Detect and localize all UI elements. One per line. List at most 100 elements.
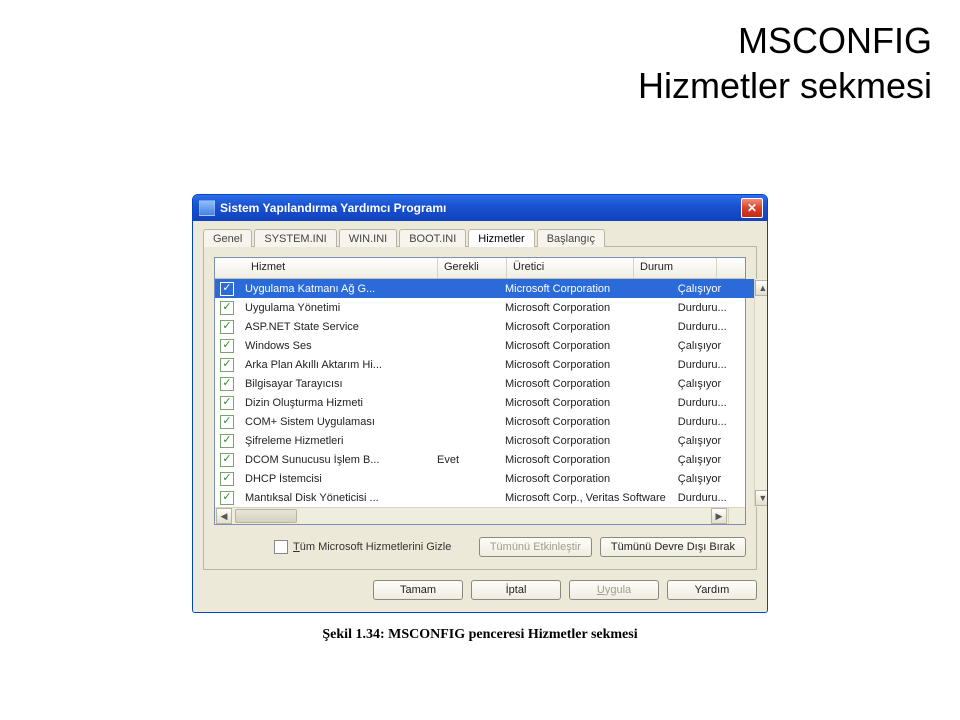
- cell-state: Durduru...: [672, 397, 754, 409]
- scroll-right-icon[interactable]: ▶: [711, 508, 727, 524]
- tab-win-ini[interactable]: WIN.INI: [339, 229, 398, 247]
- row-checkbox[interactable]: ✓: [220, 472, 234, 486]
- tab-boot-ini[interactable]: BOOT.INI: [399, 229, 466, 247]
- cell-service: Mantıksal Disk Yöneticisi ...: [239, 492, 431, 504]
- cancel-button[interactable]: İptal: [471, 580, 561, 600]
- cell-service: Uygulama Yönetimi: [239, 302, 431, 314]
- cell-service: COM+ Sistem Uygulaması: [239, 416, 431, 428]
- services-panel: Hizmet Gerekli Üretici Durum ✓ Uygulama K…: [203, 246, 757, 570]
- hide-ms-label: Tüm Microsoft Hizmetlerini Gizle: [293, 541, 451, 553]
- cell-service: Şifreleme Hizmetleri: [239, 435, 431, 447]
- tab-genel[interactable]: Genel: [203, 229, 252, 247]
- cell-state: Durduru...: [672, 492, 754, 504]
- cell-manufacturer: Microsoft Corporation: [499, 473, 672, 485]
- header-required[interactable]: Gerekli: [438, 258, 507, 278]
- row-checkbox[interactable]: ✓: [220, 301, 234, 315]
- msconfig-window: Sistem Yapılandırma Yardımcı Programı ✕ …: [192, 194, 768, 613]
- row-checkbox[interactable]: ✓: [220, 358, 234, 372]
- row-checkbox[interactable]: ✓: [220, 282, 234, 296]
- table-row[interactable]: ✓ COM+ Sistem Uygulaması Microsoft Corpora…: [215, 412, 754, 431]
- services-listview[interactable]: Hizmet Gerekli Üretici Durum ✓ Uygulama K…: [214, 257, 746, 525]
- row-checkbox[interactable]: ✓: [220, 491, 234, 505]
- row-checkbox[interactable]: ✓: [220, 339, 234, 353]
- cell-service: Windows Ses: [239, 340, 431, 352]
- cell-manufacturer: Microsoft Corporation: [499, 359, 672, 371]
- cell-service: ASP.NET State Service: [239, 321, 431, 333]
- cell-state: Çalışıyor: [672, 378, 754, 390]
- cell-manufacturer: Microsoft Corporation: [499, 283, 672, 295]
- scroll-down-icon[interactable]: ▼: [755, 490, 768, 506]
- cell-state: Durduru...: [672, 416, 754, 428]
- hscroll-track[interactable]: [233, 509, 710, 523]
- tab-strip: GenelSYSTEM.INIWIN.INIBOOT.INIHizmetlerB…: [203, 229, 757, 247]
- scroll-corner: [728, 508, 745, 524]
- table-row[interactable]: ✓DHCP İstemcisiMicrosoft CorporationÇalı…: [215, 469, 754, 488]
- close-button[interactable]: ✕: [741, 198, 763, 218]
- tab-system-ini[interactable]: SYSTEM.INI: [254, 229, 336, 247]
- header-state[interactable]: Durum: [634, 258, 717, 278]
- hide-ms-services-checkbox[interactable]: Tüm Microsoft Hizmetlerini Gizle: [274, 540, 451, 554]
- below-list-bar: Tüm Microsoft Hizmetlerini Gizle Tümünü …: [214, 537, 746, 557]
- cell-service: DCOM Sunucusu İşlem B...: [239, 454, 431, 466]
- cell-state: Çalışıyor: [672, 340, 754, 352]
- figure-caption: Şekil 1.34: MSCONFIG penceresi Hizmetler…: [192, 627, 768, 643]
- cell-manufacturer: Microsoft Corp., Veritas Software: [499, 492, 672, 504]
- window-client-area: GenelSYSTEM.INIWIN.INIBOOT.INIHizmetlerB…: [193, 221, 767, 612]
- cell-state: Durduru...: [672, 359, 754, 371]
- cell-manufacturer: Microsoft Corporation: [499, 397, 672, 409]
- cell-manufacturer: Microsoft Corporation: [499, 321, 672, 333]
- cell-service: Dizin Oluşturma Hizmeti: [239, 397, 431, 409]
- scroll-up-icon[interactable]: ▲: [755, 280, 768, 296]
- ok-button[interactable]: Tamam: [373, 580, 463, 600]
- cell-manufacturer: Microsoft Corporation: [499, 416, 672, 428]
- scroll-left-icon[interactable]: ◀: [216, 508, 232, 524]
- cell-state: Çalışıyor: [672, 283, 754, 295]
- enable-all-button[interactable]: Tümünü Etkinleştir: [479, 537, 592, 557]
- cell-manufacturer: Microsoft Corporation: [499, 340, 672, 352]
- cell-state: Durduru...: [672, 302, 754, 314]
- table-row[interactable]: ✓Uygulama YönetimiMicrosoft CorporationD…: [215, 298, 754, 317]
- row-checkbox[interactable]: ✓: [220, 453, 234, 467]
- row-checkbox[interactable]: ✓: [220, 320, 234, 334]
- table-row[interactable]: ✓ Dizin Oluşturma Hizmeti Microsoft Corpor…: [215, 393, 754, 412]
- cell-required: Evet: [431, 454, 499, 466]
- table-row[interactable]: ✓ Arka Plan Akıllı Aktarım Hi... Microsoft…: [215, 355, 754, 374]
- tab-hizmetler[interactable]: Hizmetler: [468, 229, 534, 247]
- table-row[interactable]: ✓ ASP.NET State Service Microsoft Corporat…: [215, 317, 754, 336]
- header-manufacturer[interactable]: Üretici: [507, 258, 634, 278]
- table-row[interactable]: ✓ Mantıksal Disk Yöneticisi ... Microsoft …: [215, 488, 754, 507]
- close-icon: ✕: [747, 201, 757, 215]
- table-row[interactable]: ✓DCOM Sunucusu İşlem B...EvetMicrosoft C…: [215, 450, 754, 469]
- table-row[interactable]: ✓ Uygulama Katmanı Ağ G... Microsoft Corpo…: [215, 279, 754, 298]
- row-checkbox[interactable]: ✓: [220, 377, 234, 391]
- disable-all-button[interactable]: Tümünü Devre Dışı Bırak: [600, 537, 746, 557]
- cell-service: Uygulama Katmanı Ağ G...: [239, 283, 431, 295]
- figure-screenshot: Sistem Yapılandırma Yardımcı Programı ✕ …: [192, 194, 768, 643]
- cell-state: Çalışıyor: [672, 454, 754, 466]
- cell-state: Durduru...: [672, 321, 754, 333]
- hscroll-thumb[interactable]: [235, 509, 297, 523]
- help-button[interactable]: Yardım: [667, 580, 757, 600]
- app-icon: [199, 200, 215, 216]
- table-row[interactable]: ✓ Windows Ses Microsoft CorporationÇalışıy…: [215, 336, 754, 355]
- listview-rows: ✓ Uygulama Katmanı Ağ G... Microsoft Corpo…: [215, 279, 754, 507]
- checkbox-icon: [274, 540, 288, 554]
- window-titlebar: Sistem Yapılandırma Yardımcı Programı ✕: [193, 195, 767, 221]
- slide-heading: MSCONFIG Hizmetler sekmesi: [638, 18, 932, 108]
- apply-button[interactable]: Uygula: [569, 580, 659, 600]
- cell-manufacturer: Microsoft Corporation: [499, 378, 672, 390]
- cell-state: Çalışıyor: [672, 435, 754, 447]
- row-checkbox[interactable]: ✓: [220, 434, 234, 448]
- table-row[interactable]: ✓Bilgisayar TarayıcısıMicrosoft Corporat…: [215, 374, 754, 393]
- row-checkbox[interactable]: ✓: [220, 396, 234, 410]
- horizontal-scrollbar[interactable]: ◀ ▶: [215, 507, 745, 524]
- row-checkbox[interactable]: ✓: [220, 415, 234, 429]
- listview-header-row: Hizmet Gerekli Üretici Durum: [215, 258, 745, 279]
- tab-ba-lang-[interactable]: Başlangıç: [537, 229, 605, 247]
- table-row[interactable]: ✓Şifreleme HizmetleriMicrosoft Corporati…: [215, 431, 754, 450]
- header-service[interactable]: Hizmet: [245, 258, 438, 278]
- dialog-buttons: Tamam İptal Uygula Yardım: [203, 580, 757, 600]
- cell-service: Arka Plan Akıllı Aktarım Hi...: [239, 359, 431, 371]
- cell-service: DHCP İstemcisi: [239, 473, 431, 485]
- vertical-scrollbar[interactable]: ▲ ▼: [754, 279, 768, 507]
